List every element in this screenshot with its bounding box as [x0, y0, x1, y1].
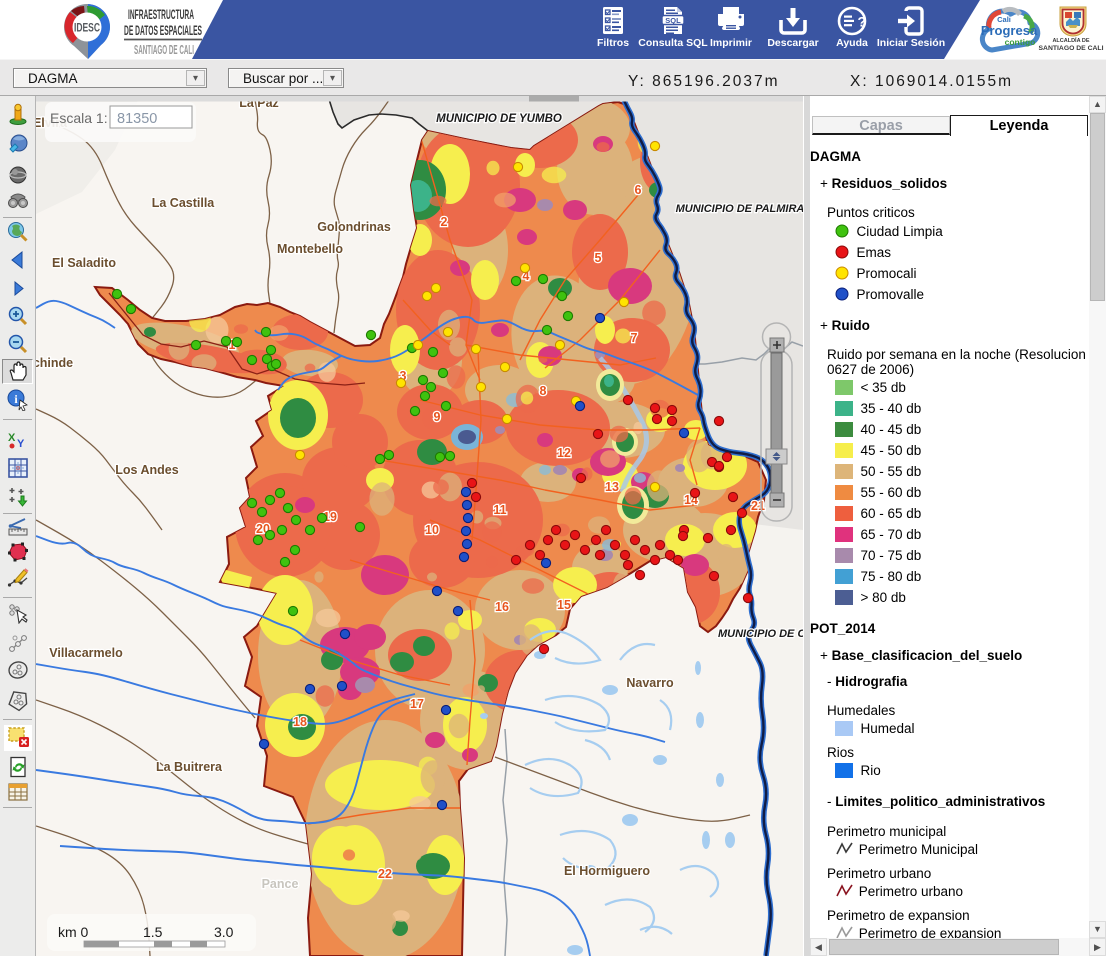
- svg-text:7: 7: [631, 331, 638, 345]
- svg-text:2: 2: [441, 215, 448, 229]
- svg-text:MUNICIPIO DE YUMBO: MUNICIPIO DE YUMBO: [436, 113, 562, 125]
- svg-text:Golondrinas: Golondrinas: [317, 220, 391, 234]
- svg-text:5: 5: [595, 251, 602, 265]
- svg-text:21: 21: [751, 499, 765, 513]
- svg-text:contigo: contigo: [1005, 37, 1036, 47]
- svg-text:81350: 81350: [117, 111, 157, 127]
- svg-text:Los Andes: Los Andes: [115, 463, 178, 477]
- svg-text:Montebello: Montebello: [277, 242, 343, 256]
- svg-text:SANTIAGO DE CALI: SANTIAGO DE CALI: [134, 42, 194, 57]
- svg-text:10: 10: [425, 523, 439, 537]
- svg-text:18: 18: [293, 715, 307, 729]
- svg-text:22: 22: [378, 867, 392, 881]
- svg-text:9: 9: [434, 410, 441, 424]
- svg-text:La Buitrera: La Buitrera: [156, 760, 223, 774]
- svg-text:Y: Y: [17, 438, 25, 450]
- svg-text:17: 17: [410, 697, 424, 711]
- svg-text:Navarro: Navarro: [626, 676, 674, 690]
- svg-text:Escala 1:: Escala 1:: [50, 110, 108, 126]
- svg-text:Villacarmelo: Villacarmelo: [49, 646, 123, 660]
- svg-text:12: 12: [557, 446, 571, 460]
- svg-text:16: 16: [495, 600, 509, 614]
- svg-text:Progresa: Progresa: [981, 23, 1038, 38]
- svg-text:8: 8: [540, 384, 547, 398]
- svg-text:El Saladito: El Saladito: [52, 256, 116, 270]
- svg-text:?: ?: [858, 14, 867, 30]
- svg-text:chinde: chinde: [36, 356, 73, 370]
- svg-text:IDESC: IDESC: [74, 23, 100, 35]
- svg-text:DE DATOS ESPACIALES: DE DATOS ESPACIALES: [124, 22, 202, 38]
- svg-text:km 0: km 0: [58, 924, 89, 940]
- svg-text:3.0: 3.0: [214, 924, 234, 940]
- svg-text:INFRAESTRUCTURA: INFRAESTRUCTURA: [128, 6, 194, 22]
- svg-text:SQL: SQL: [665, 16, 681, 25]
- svg-text:11: 11: [493, 503, 506, 517]
- svg-text:El Hormiguero: El Hormiguero: [564, 864, 650, 878]
- svg-text:13: 13: [605, 480, 619, 494]
- svg-text:15: 15: [557, 598, 571, 612]
- svg-text:Pance: Pance: [262, 877, 299, 891]
- svg-text:1.5: 1.5: [143, 924, 163, 940]
- svg-text:MUNICIPIO DE PALMIRA: MUNICIPIO DE PALMIRA: [676, 203, 803, 215]
- svg-text:La Castilla: La Castilla: [152, 196, 216, 210]
- svg-text:6: 6: [635, 183, 642, 197]
- svg-text:X: X: [8, 432, 16, 444]
- svg-text:MUNICIPIO DE CAN: MUNICIPIO DE CAN: [718, 628, 803, 640]
